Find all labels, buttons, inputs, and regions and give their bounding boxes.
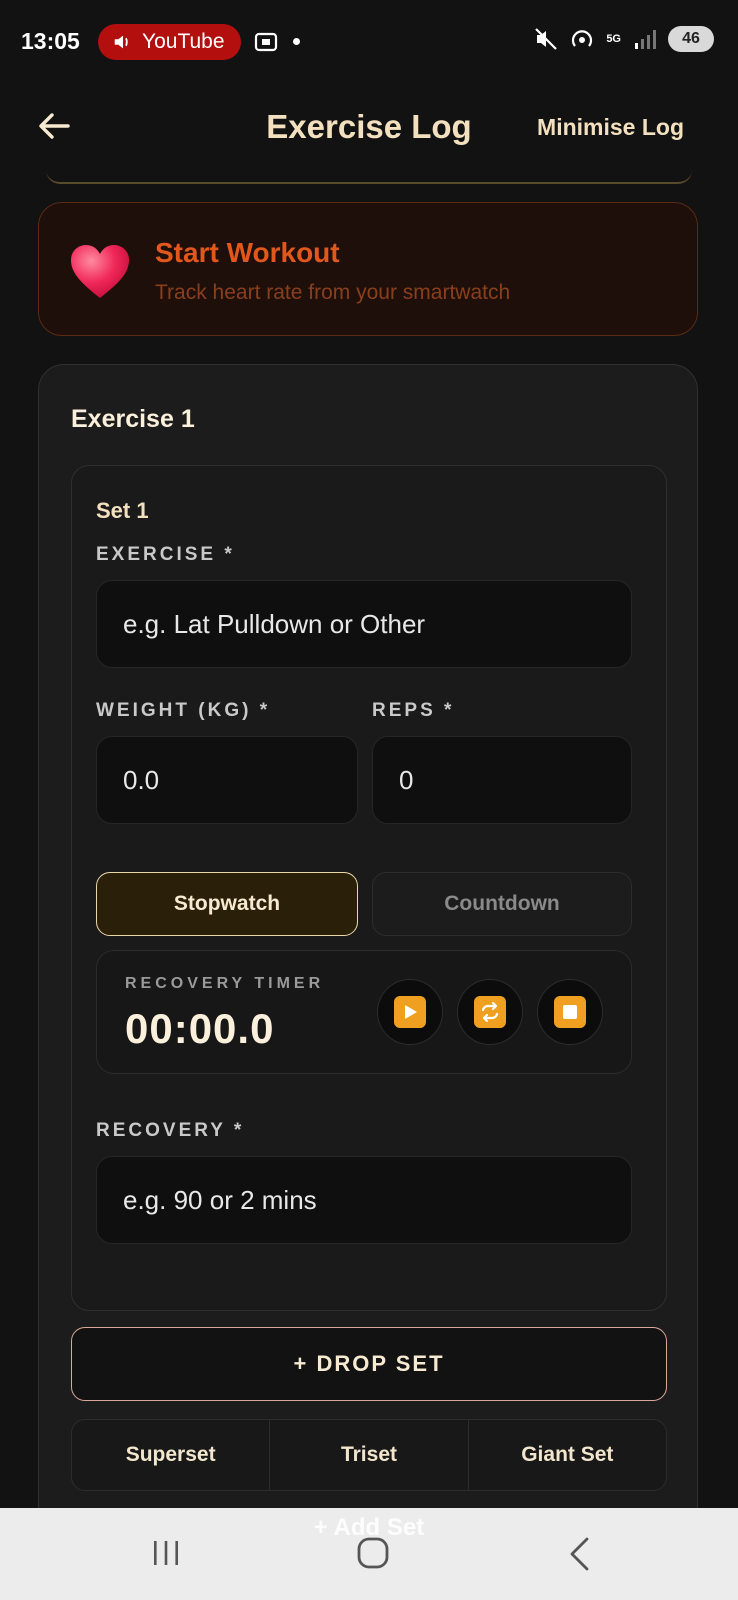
timer-stop-button[interactable] [537, 979, 603, 1045]
notification-dot [293, 38, 300, 45]
set-title: Set 1 [96, 498, 149, 523]
media-app-name: YouTube [142, 30, 225, 53]
status-bar: 13:05 YouTube 5G 46 [0, 0, 738, 84]
superset-button[interactable]: Superset [72, 1420, 269, 1490]
drop-set-button[interactable]: + DROP SET [71, 1327, 667, 1401]
exercise-card: Exercise 1 Set 1 EXERCISE * e.g. Lat Pul… [38, 364, 698, 1544]
start-workout-card[interactable]: Start Workout Track heart rate from your… [38, 202, 698, 336]
recovery-input-placeholder: e.g. 90 or 2 mins [123, 1184, 317, 1215]
start-workout-subtitle: Track heart rate from your smartwatch [155, 281, 511, 304]
status-icons: 5G 46 [533, 26, 714, 52]
signal-icon [635, 30, 656, 49]
recent-apps-icon[interactable] [150, 1538, 182, 1568]
start-workout-title: Start Workout [155, 237, 340, 268]
media-playing-chip[interactable]: YouTube [98, 24, 241, 60]
recovery-timer: RECOVERY TIMER 00:00.0 [96, 950, 632, 1074]
minimise-log-button[interactable]: Minimise Log [537, 114, 684, 141]
status-time: 13:05 [21, 28, 80, 54]
app-header: Exercise Log Minimise Log [0, 84, 738, 174]
weight-input[interactable]: 0.0 [96, 736, 358, 824]
repeat-icon [474, 996, 506, 1028]
countdown-mode-button[interactable]: Countdown [372, 872, 632, 936]
recovery-timer-label: RECOVERY TIMER [125, 975, 325, 992]
screenshot-icon [254, 32, 278, 52]
stop-icon [554, 996, 586, 1028]
exercise-field-label: EXERCISE * [96, 544, 235, 565]
recovery-input[interactable]: e.g. 90 or 2 mins [96, 1156, 632, 1244]
heart-icon [71, 245, 129, 298]
mute-vibrate-icon [535, 28, 558, 50]
previous-card-edge [46, 170, 692, 184]
reps-value: 0 [399, 764, 414, 795]
giant-set-button[interactable]: Giant Set [467, 1420, 666, 1490]
nav-back-icon[interactable] [568, 1536, 590, 1572]
exercise-input[interactable]: e.g. Lat Pulldown or Other [96, 580, 632, 668]
home-icon[interactable] [356, 1536, 390, 1570]
battery-indicator: 46 [668, 26, 714, 52]
hotspot-icon [572, 30, 593, 47]
exercise-input-placeholder: e.g. Lat Pulldown or Other [123, 608, 426, 639]
speaker-icon [114, 35, 128, 49]
network-type-icon: 5G [606, 32, 621, 45]
timer-play-button[interactable] [377, 979, 443, 1045]
triset-button[interactable]: Triset [269, 1420, 467, 1490]
set-card: Set 1 EXERCISE * e.g. Lat Pulldown or Ot… [71, 465, 667, 1311]
set-type-selector: Superset Triset Giant Set [71, 1419, 667, 1491]
recovery-field-label: RECOVERY * [96, 1120, 245, 1141]
weight-field-label: WEIGHT (KG) * [96, 700, 271, 721]
system-navigation-bar: + Add Set [0, 1508, 738, 1600]
stopwatch-mode-button[interactable]: Stopwatch [96, 872, 358, 936]
timer-repeat-button[interactable] [457, 979, 523, 1045]
exercise-title: Exercise 1 [71, 405, 195, 433]
weight-value: 0.0 [123, 764, 160, 795]
reps-field-label: REPS * [372, 700, 455, 721]
recovery-timer-value: 00:00.0 [125, 1005, 275, 1052]
reps-input[interactable]: 0 [372, 736, 632, 824]
play-icon [394, 996, 426, 1028]
